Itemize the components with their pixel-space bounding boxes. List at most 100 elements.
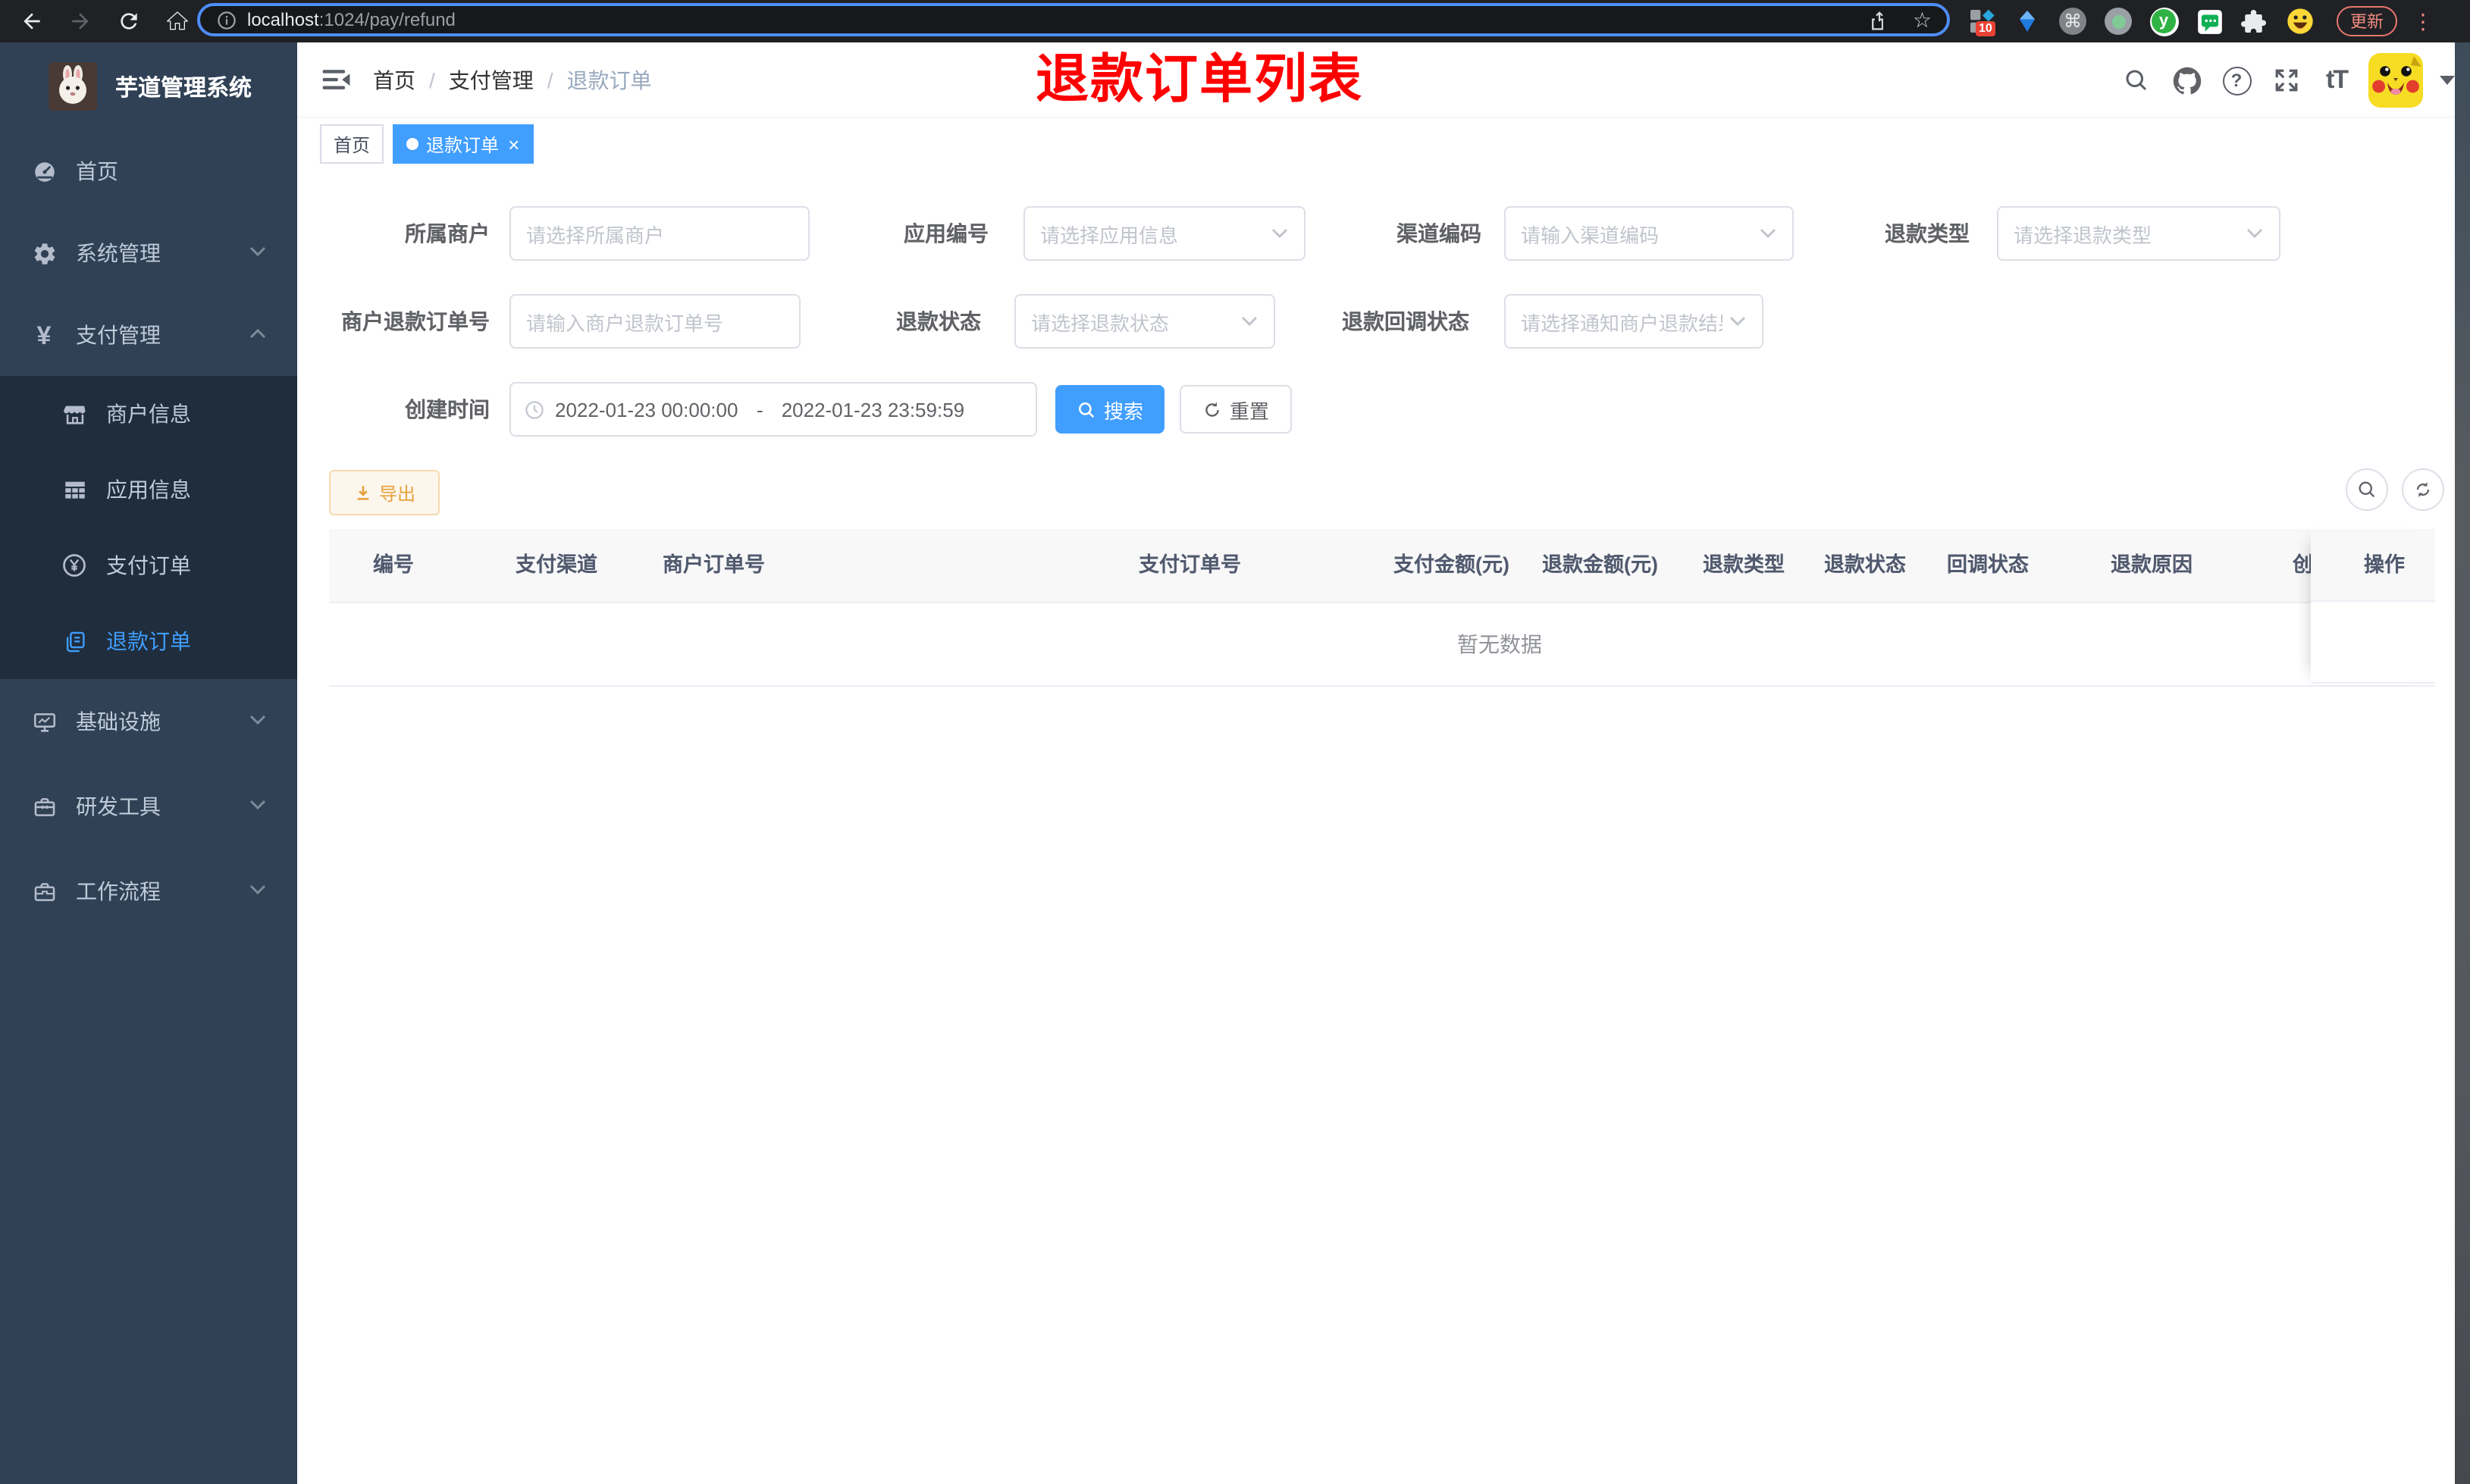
browser-back-button[interactable] [18,8,45,35]
forward-icon [72,13,89,30]
column-header-merchant-order-no[interactable]: 商户订单号 [663,529,765,602]
chevron-down-icon [249,714,267,726]
browser-forward-button[interactable] [67,8,94,35]
search-icon [1079,402,1095,418]
column-header-refund-status[interactable]: 退款状态 [1824,529,1906,602]
column-header-refund-amount[interactable]: 退款金额(元) [1542,529,1658,602]
bookmark-star-icon[interactable]: ☆ [1913,9,1932,30]
extension-emoji-icon[interactable] [2285,6,2315,36]
reset-button[interactable]: 重置 [1180,385,1292,434]
yen-icon: ¥ [36,321,52,349]
browser-home-button[interactable] [164,8,191,35]
channel-select[interactable]: 请输入渠道编码 [1504,206,1794,261]
sidebar-item-label: 应用信息 [106,477,191,502]
window-scrollbar[interactable] [2455,42,2470,1484]
green-dot-icon [2105,8,2132,35]
refund-status-select[interactable]: 请选择退款状态 [1014,294,1275,349]
app-select[interactable]: 请选择应用信息 [1023,206,1306,261]
reset-button-label: 重置 [1229,399,1269,422]
column-header-refund-reason[interactable]: 退款原因 [2111,529,2193,602]
extension-chat-icon[interactable] [2194,6,2224,36]
sidebar-logo[interactable]: 芋道管理系统 [0,42,297,130]
url-bar[interactable]: localhost:1024/pay/refund ☆ [197,3,1950,36]
refund-type-select[interactable]: 请选择退款类型 [1997,206,2280,261]
extension-grid-icon[interactable]: 10 [1967,6,1997,36]
toolbox-icon [30,793,58,820]
github-link-button[interactable] [2168,62,2205,99]
fullscreen-button[interactable] [2268,62,2305,99]
tag-refund-order[interactable]: 退款订单 × [393,124,534,164]
table-grid-icon [61,476,88,503]
sidebar-item-pay-order[interactable]: 支付订单 [0,528,297,603]
refund-list-page: 所属商户 请选择所属商户 应用编号 请选择应用信息 渠道编码 请输入渠道编码 退… [297,170,2470,1484]
chevron-down-icon [249,884,267,896]
sidebar-item-devtools[interactable]: 研发工具 [0,764,297,849]
site-info-icon[interactable] [215,8,238,31]
url-text: localhost:1024/pay/refund [247,9,456,30]
sidebar-item-label: 基础设施 [76,709,161,734]
avatar-caret-icon[interactable] [2440,76,2455,85]
browser-update-button[interactable]: 更新 [2337,6,2397,36]
extension-kite-icon[interactable] [2012,6,2042,36]
tag-close-icon[interactable]: × [508,134,519,154]
create-time-range-picker[interactable]: 2022-01-23 00:00:00 - 2022-01-23 23:59:5… [509,382,1037,437]
browser-reload-button[interactable] [115,8,143,35]
tag-home[interactable]: 首页 [320,124,384,164]
search-button-label: 搜索 [1103,399,1143,422]
column-header-action[interactable]: 操作 [2311,529,2435,602]
question-icon: ? [2222,66,2251,95]
tags-view: 首页 退款订单 × [297,118,2470,171]
breadcrumb-current: 退款订单 [566,68,652,92]
sidebar-toggle-button[interactable] [320,64,353,97]
breadcrumb-home[interactable]: 首页 [373,65,415,95]
back-icon [24,13,40,30]
sidebar-item-refund-order[interactable]: 退款订单 [0,603,297,679]
sidebar-item-app-info[interactable]: 应用信息 [0,452,297,528]
font-size-button[interactable]: tT [2318,62,2355,99]
briefcase-icon [30,878,58,905]
merchant-refund-no-input[interactable]: 请输入商户退款订单号 [509,294,801,349]
column-header-pay-amount[interactable]: 支付金额(元) [1393,529,1509,602]
breadcrumb-section[interactable]: 支付管理 [449,65,534,95]
column-header-id[interactable]: 编号 [373,529,414,602]
column-header-callback-status[interactable]: 回调状态 [1947,529,2029,602]
extension-puzzle-icon[interactable] [2240,6,2270,36]
kite-icon [2020,11,2035,32]
document-copy-icon [61,628,88,655]
sidebar-item-system[interactable]: 系统管理 [0,212,297,294]
sidebar-item-pay[interactable]: ¥ 支付管理 [0,294,297,376]
header-search-button[interactable] [2118,62,2155,99]
column-header-pay-order-no[interactable]: 支付订单号 [1139,529,1241,602]
share-icon[interactable] [1869,8,1892,31]
notify-status-select[interactable]: 请选择通知商户退款结果的 [1504,294,1763,349]
refresh-table-button[interactable] [2402,468,2444,511]
export-button[interactable]: 导出 [329,470,440,515]
column-header-create-time-clipped[interactable]: 创建时间 [2282,529,2311,602]
show-search-button[interactable] [2346,468,2388,511]
sidebar-item-home[interactable]: 首页 [0,130,297,212]
breadcrumb: 首页 / 支付管理 / 退款订单 [373,42,652,118]
refund-table: 编号 支付渠道 商户订单号 支付订单号 支付金额(元) 退款金额(元) 退款类型… [329,529,2435,687]
column-header-channel[interactable]: 支付渠道 [516,529,597,602]
extension-command-icon[interactable]: ⌘ [2058,6,2088,36]
sidebar-item-workflow[interactable]: 工作流程 [0,849,297,934]
refund-type-placeholder: 请选择退款类型 [2014,224,2152,246]
sidebar-item-infra[interactable]: 基础设施 [0,679,297,764]
sidebar-item-merchant-info[interactable]: 商户信息 [0,376,297,452]
extension-record-icon[interactable] [2103,6,2133,36]
yen-circle-icon [61,552,88,579]
search-button[interactable]: 搜索 [1055,385,1164,434]
sidebar-item-label: 研发工具 [76,794,161,819]
merchant-input[interactable]: 请选择所属商户 [509,206,810,261]
tag-label: 退款订单 [426,134,500,155]
clock-icon [525,400,544,418]
avatar[interactable] [2368,53,2423,108]
filter-label-merchant: 所属商户 [405,221,490,246]
help-button[interactable]: ? [2218,62,2255,99]
extension-badge: 10 [1976,21,1995,36]
column-header-refund-type[interactable]: 退款类型 [1703,529,1785,602]
page-title-annotation: 退款订单列表 [1036,50,1364,109]
browser-menu-button[interactable]: ⋮ [2412,8,2434,34]
monitor-icon [30,708,58,735]
extension-y-icon[interactable]: y [2149,6,2179,36]
